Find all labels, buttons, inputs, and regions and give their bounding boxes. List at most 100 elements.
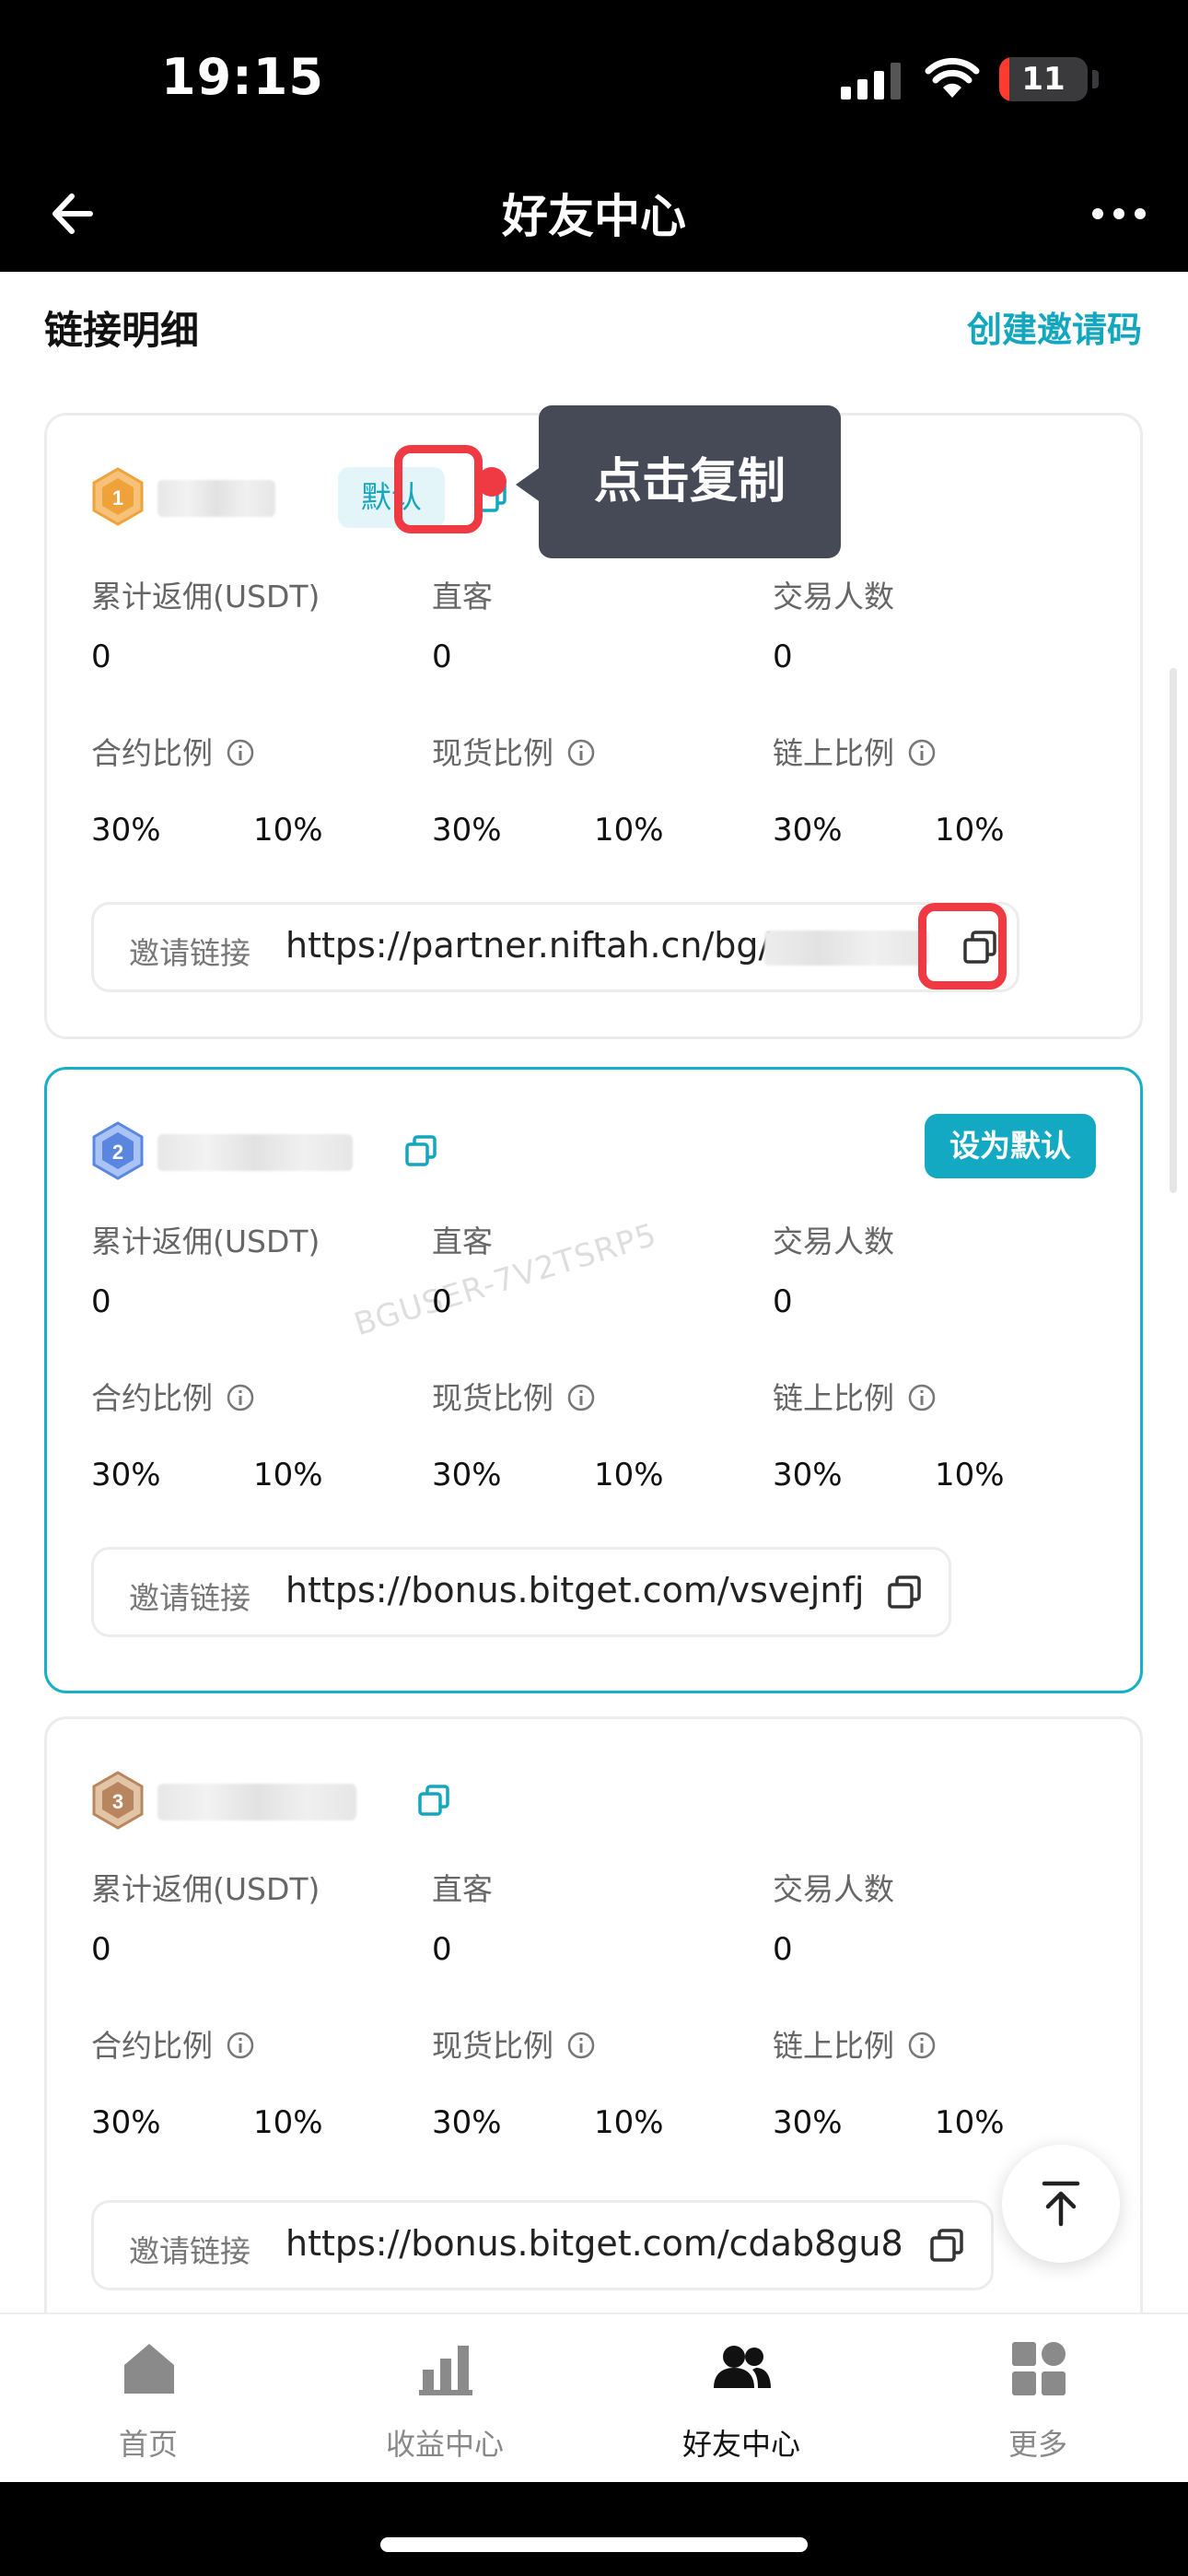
direct-label: 直客 (432, 579, 493, 615)
rank-badge-icon: 3 (92, 1771, 144, 1830)
invite-link-url[interactable]: https://bonus.bitget.com/vsvejnfj (285, 1570, 864, 1610)
rebate-label: 累计返佣(USDT) (91, 1871, 320, 1907)
info-icon[interactable] (566, 1383, 596, 1412)
copy-code-highlight (394, 445, 483, 533)
home-indicator-area (0, 2482, 1188, 2576)
contract-ratio-value-1: 30% (91, 1457, 161, 1493)
traders-label: 交易人数 (773, 579, 894, 615)
copy-link-icon[interactable] (884, 1572, 925, 1612)
redacted-code-name (157, 1134, 353, 1171)
invite-link-box: 邀请链接 https://partner.niftah.cn/bg/ (91, 902, 1019, 992)
invite-link-url[interactable]: https://bonus.bitget.com/cdab8gu8 (285, 2223, 903, 2264)
more-options-icon[interactable] (1087, 181, 1151, 246)
rank-badge-icon: 1 (92, 467, 144, 526)
invite-card: 2 设为默认 累计返佣(USDT) 直客 交易人数 0 0 0 合约比例 现货比… (44, 1067, 1143, 1693)
spot-ratio-value-2: 10% (594, 812, 664, 849)
scroll-to-top-button[interactable] (1002, 2145, 1120, 2263)
info-icon[interactable] (566, 2031, 596, 2060)
tab-friends[interactable]: 好友中心 (593, 2333, 890, 2471)
onchain-ratio-value-1: 30% (773, 2104, 843, 2141)
direct-value: 0 (432, 638, 452, 675)
info-icon[interactable] (907, 1383, 937, 1412)
onchain-ratio-value-2: 10% (935, 2104, 1005, 2141)
spot-ratio-value-1: 30% (432, 1457, 502, 1493)
info-icon[interactable] (566, 738, 596, 767)
contract-ratio-text: 合约比例 (91, 735, 213, 771)
rebate-value: 0 (91, 1283, 111, 1320)
rebate-value: 0 (91, 638, 111, 675)
contract-ratio-label: 合约比例 (91, 1374, 255, 1418)
onchain-ratio-text: 链上比例 (773, 2028, 894, 2064)
onchain-ratio-label: 链上比例 (773, 1374, 937, 1418)
home-icon (124, 2344, 174, 2394)
info-icon[interactable] (226, 738, 255, 767)
copy-icon[interactable] (402, 1132, 439, 1169)
battery-icon: 11 (999, 57, 1088, 101)
contract-ratio-value-1: 30% (91, 2104, 161, 2141)
tab-more[interactable]: 更多 (890, 2333, 1186, 2471)
contract-ratio-value-2: 10% (253, 2104, 323, 2141)
onchain-ratio-label: 链上比例 (773, 729, 937, 773)
traders-value: 0 (773, 638, 793, 675)
info-icon[interactable] (226, 2031, 255, 2060)
battery-cap (1092, 70, 1099, 88)
set-default-button[interactable]: 设为默认 (925, 1114, 1096, 1178)
invite-link-url[interactable]: https://partner.niftah.cn/bg/ (285, 925, 770, 966)
copy-icon[interactable] (415, 1782, 452, 1819)
section-title: 链接明细 (44, 308, 200, 353)
tab-label: 更多 (1007, 2427, 1067, 2462)
contract-ratio-text: 合约比例 (91, 2028, 213, 2064)
direct-value: 0 (432, 1931, 452, 1968)
invite-link-box: 邀请链接 https://bonus.bitget.com/cdab8gu8 (91, 2200, 994, 2290)
contract-ratio-value-1: 30% (91, 812, 161, 849)
contract-ratio-label: 合约比例 (91, 729, 255, 773)
rebate-label: 累计返佣(USDT) (91, 579, 320, 615)
spot-ratio-value-1: 30% (432, 812, 502, 849)
info-icon[interactable] (226, 1383, 255, 1412)
traders-value: 0 (773, 1931, 793, 1968)
info-icon[interactable] (907, 2031, 937, 2060)
home-indicator[interactable] (380, 2537, 808, 2552)
onchain-ratio-value-1: 30% (773, 812, 843, 849)
rank-number: 2 (112, 1141, 123, 1164)
arrow-up-icon (1042, 2181, 1080, 2227)
invite-link-label: 邀请链接 (129, 2233, 250, 2269)
bottom-tab-bar: 首页 收益中心 好友中心 更多 (0, 2313, 1188, 2482)
traders-label: 交易人数 (773, 1224, 894, 1259)
tab-earnings[interactable]: 收益中心 (297, 2333, 593, 2471)
spot-ratio-text: 现货比例 (432, 1380, 553, 1416)
redacted-link-suffix (764, 931, 928, 966)
nav-bar: 好友中心 (0, 161, 1188, 272)
battery-percentage: 11 (1021, 61, 1066, 98)
traders-label: 交易人数 (773, 1871, 894, 1907)
spot-ratio-text: 现货比例 (432, 2028, 553, 2064)
contract-ratio-label: 合约比例 (91, 2021, 255, 2066)
spot-ratio-value-2: 10% (594, 2104, 664, 2141)
bar-chart-icon (419, 2346, 472, 2395)
info-icon[interactable] (907, 738, 937, 767)
tab-label: 首页 (118, 2427, 178, 2462)
scrollbar[interactable] (1170, 668, 1177, 1193)
tooltip-pointer-dot (477, 467, 507, 497)
status-bar: 19:15 11 (0, 0, 1188, 161)
status-time: 19:15 (161, 48, 324, 106)
redacted-code-name (157, 1784, 356, 1821)
onchain-ratio-text: 链上比例 (773, 735, 894, 771)
copy-link-highlight (918, 903, 1007, 989)
tab-label: 收益中心 (385, 2427, 504, 2462)
invite-link-label: 邀请链接 (129, 1580, 250, 1616)
copy-link-icon[interactable] (926, 2225, 967, 2266)
tooltip-arrow (516, 466, 542, 503)
rebate-value: 0 (91, 1931, 111, 1968)
rebate-label: 累计返佣(USDT) (91, 1224, 320, 1259)
wifi-icon (925, 57, 980, 98)
contract-ratio-value-2: 10% (253, 1457, 323, 1493)
main-content[interactable]: 链接明细 创建邀请码 1 默认 累计返佣(USDT) 直客 交易人数 0 0 0… (0, 272, 1188, 2313)
tab-label: 好友中心 (681, 2427, 800, 2462)
create-invite-code-link[interactable]: 创建邀请码 (967, 301, 1142, 352)
onchain-ratio-value-2: 10% (935, 1457, 1005, 1493)
tab-home[interactable]: 首页 (0, 2333, 297, 2471)
grid-icon (1012, 2342, 1066, 2395)
cellular-signal-icon (841, 63, 901, 100)
onchain-ratio-value-1: 30% (773, 1457, 843, 1493)
